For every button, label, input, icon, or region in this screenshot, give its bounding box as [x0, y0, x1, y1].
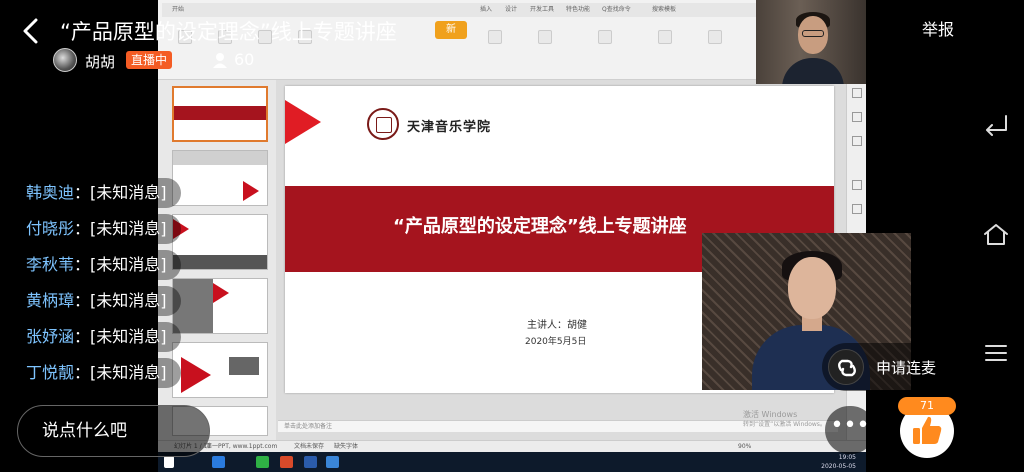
- chat-message: 韩奥迪：[未知消息]: [16, 178, 181, 208]
- clock-time: 19:05: [838, 454, 856, 461]
- chat-nick[interactable]: 付晓彤: [26, 219, 74, 238]
- ribbon-tool-icon: [488, 30, 502, 44]
- word-icon: [304, 456, 317, 468]
- tool-icon: [852, 88, 862, 98]
- apply-connect-mic-button[interactable]: 申请连麦: [822, 343, 954, 391]
- slide-red-triangle: [285, 100, 321, 144]
- chat-text: [未知消息]: [90, 291, 167, 310]
- ppt-tab-strip: 开始 插入 设计 开发工具 特色功能 Q查找命令 搜索模板: [162, 3, 782, 17]
- chat-nick[interactable]: 韩奥迪: [26, 183, 74, 202]
- edge-icon: [212, 456, 225, 468]
- nav-menu-icon[interactable]: [982, 340, 1010, 366]
- school-emblem-icon: [367, 108, 399, 140]
- ppt-tab: 设计: [505, 6, 518, 13]
- chat-separator: ：: [74, 291, 91, 310]
- viewer-person-icon: [213, 53, 227, 68]
- ppt-tab: Q查找命令: [602, 6, 631, 13]
- chat-message: 黄柄璋：[未知消息]: [16, 286, 181, 316]
- ribbon-tool-icon: [708, 30, 722, 44]
- like-count: 71: [898, 397, 956, 415]
- host-avatar[interactable]: [53, 48, 77, 72]
- ribbon-tool-icon: [598, 30, 612, 44]
- slide-speaker: 主讲人：胡健: [527, 320, 587, 331]
- chat-message: 李秋苇：[未知消息]: [16, 250, 181, 280]
- chat-nick[interactable]: 张妤涵: [26, 327, 74, 346]
- guest-camera-feed: [756, 0, 866, 84]
- tool-icon: [852, 112, 862, 122]
- chat-text: [未知消息]: [90, 327, 167, 346]
- chat-text: [未知消息]: [90, 255, 167, 274]
- viewer-count: 60: [234, 50, 255, 69]
- chat-text: [未知消息]: [90, 219, 167, 238]
- ppt-status-bar: 幻灯片 1 / 11 第一PPT, www.1ppt.com 文档未保存 缺失字…: [158, 440, 866, 452]
- room-title: “产品原型的设定理念”线上专题讲座: [60, 20, 397, 44]
- ppt-tab: 特色功能: [566, 6, 591, 13]
- slide-title: “产品原型的设定理念”线上专题讲座: [393, 216, 687, 237]
- chat-message: 付晓彤：[未知消息]: [16, 214, 181, 244]
- chat-message: 张妤涵：[未知消息]: [16, 322, 181, 352]
- ribbon-tool-icon: [658, 30, 672, 44]
- chat-separator: ：: [74, 255, 91, 274]
- taskbar-clock: 19:05 2020-05-05: [821, 453, 856, 471]
- watermark-subtitle: 转到“设置”以激活 Windows。: [743, 421, 826, 428]
- ppt-tab: 开发工具: [530, 6, 555, 13]
- chat-nick[interactable]: 黄柄璋: [26, 291, 74, 310]
- wechat-icon: [256, 456, 269, 468]
- room-badge: 新: [435, 21, 467, 39]
- clock-date: 2020-05-05: [821, 463, 856, 470]
- slide-thumbnail: [172, 86, 268, 142]
- report-button[interactable]: 举报: [922, 16, 954, 40]
- slide-thumbnail: [172, 278, 268, 334]
- live-status-badge: 直播中: [126, 51, 173, 69]
- chat-nick[interactable]: 李秋苇: [26, 255, 74, 274]
- back-arrow-icon[interactable]: [20, 18, 42, 44]
- chat-text: [未知消息]: [90, 363, 167, 382]
- chat-input[interactable]: 说点什么吧: [17, 405, 210, 457]
- app-taskbar-icon: [326, 456, 339, 468]
- ppt-tab: 插入: [480, 6, 493, 13]
- slide-thumbnail: [172, 214, 268, 270]
- slide-date: 2020年5月5日: [525, 337, 587, 347]
- slide-thumbnail: [172, 342, 268, 398]
- chat-message: 丁悦靓：[未知消息]: [16, 358, 181, 388]
- more-options-button[interactable]: •••: [825, 406, 875, 454]
- nav-back-icon[interactable]: [982, 110, 1010, 136]
- nav-home-icon[interactable]: [982, 222, 1010, 248]
- chat-text: [未知消息]: [90, 183, 167, 202]
- windows-start-icon: [164, 456, 174, 468]
- ppt-tab: 搜索模板: [652, 6, 677, 13]
- chat-separator: ：: [74, 183, 91, 202]
- connect-label: 申请连麦: [876, 359, 937, 377]
- windows-activation-watermark: 激活 Windows 转到“设置”以激活 Windows。: [743, 410, 826, 430]
- chat-separator: ：: [74, 219, 91, 238]
- chat-separator: ：: [74, 327, 91, 346]
- windows-taskbar: 19:05 2020-05-05: [158, 452, 866, 472]
- ppt-tab: 开始: [172, 6, 185, 13]
- link-icon: [828, 349, 864, 385]
- chat-nick[interactable]: 丁悦靓: [26, 363, 74, 382]
- host-name[interactable]: 胡胡: [85, 51, 115, 72]
- tool-icon: [852, 180, 862, 190]
- ppt-taskbar-icon: [280, 456, 293, 468]
- watermark-title: 激活 Windows: [743, 410, 798, 419]
- slide-school-name: 天津音乐学院: [407, 120, 492, 135]
- chat-separator: ：: [74, 363, 91, 382]
- tool-icon: [852, 136, 862, 146]
- ribbon-tool-icon: [538, 30, 552, 44]
- slide-thumbnail: [172, 150, 268, 206]
- tool-icon: [852, 204, 862, 214]
